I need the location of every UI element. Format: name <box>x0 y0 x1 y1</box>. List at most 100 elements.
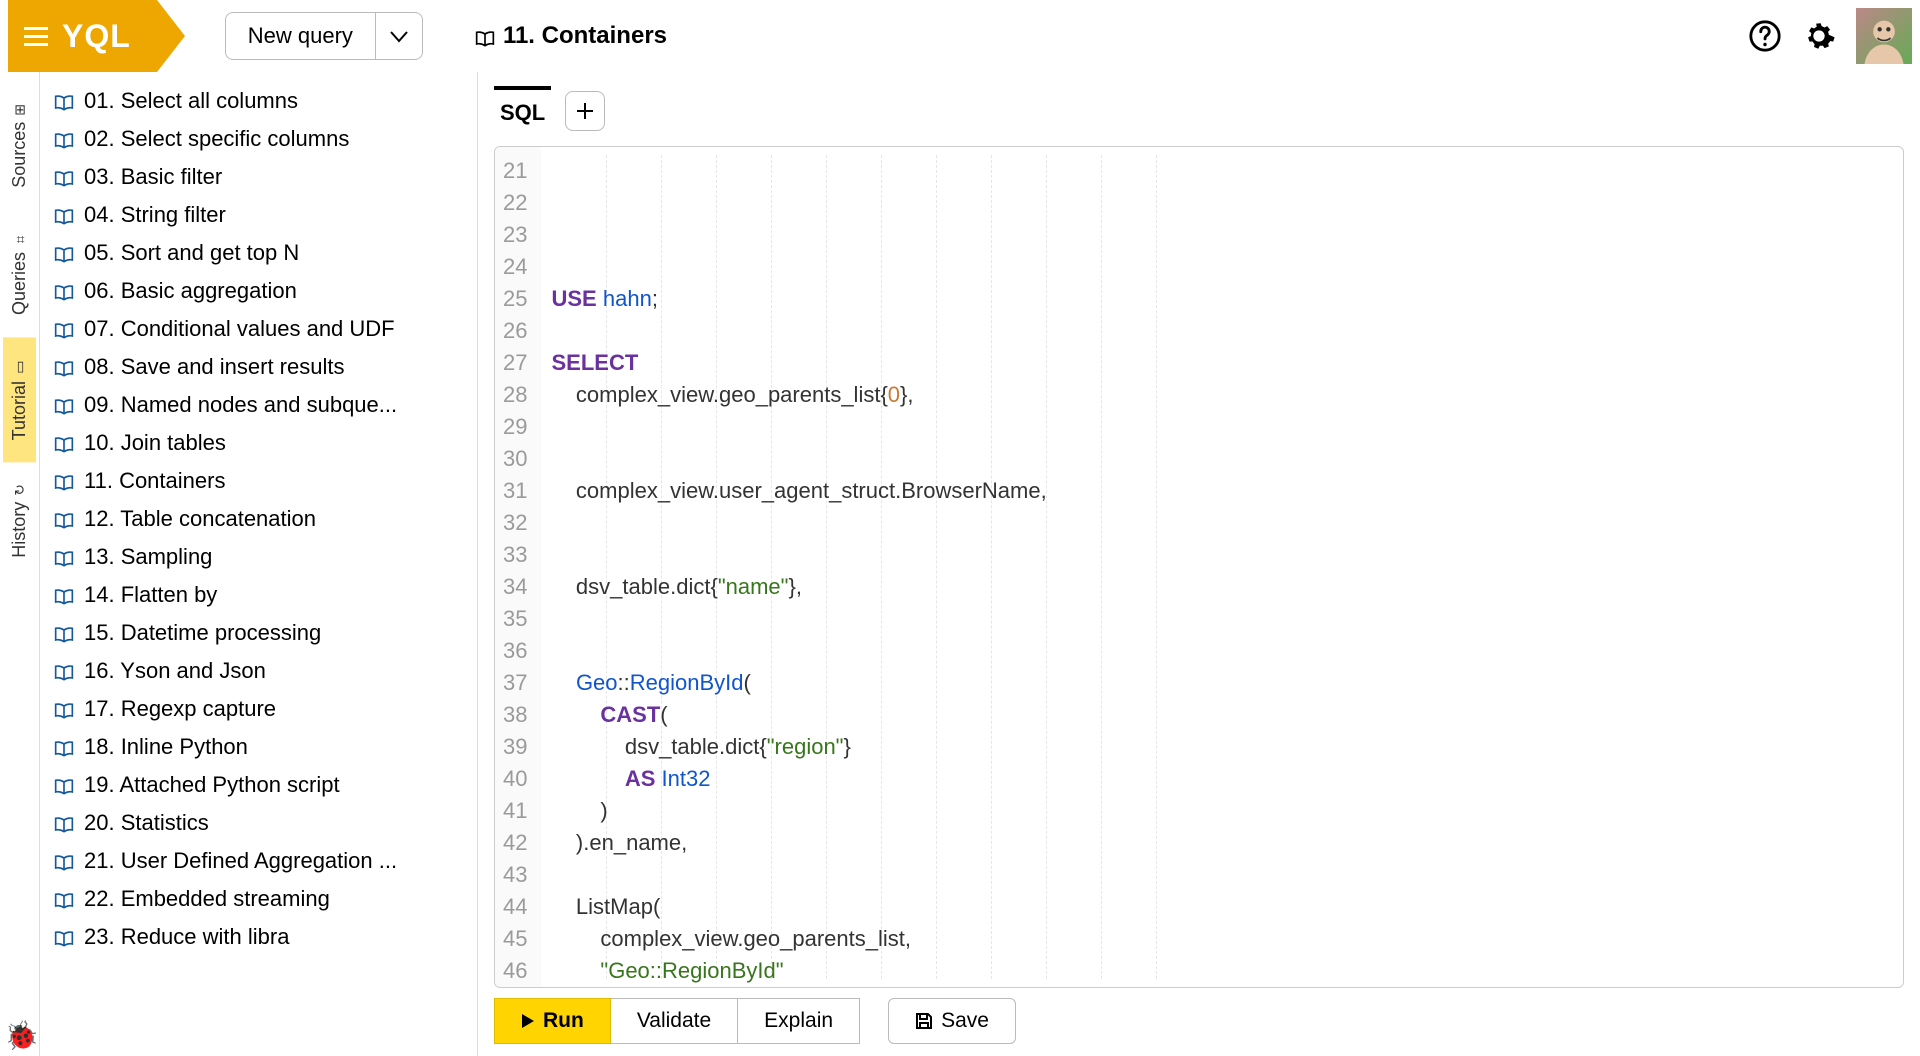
tutorial-item[interactable]: 05. Sort and get top N <box>40 234 477 272</box>
code-line[interactable]: -- from Struct <box>551 507 1191 539</box>
tutorial-item[interactable]: 09. Named nodes and subque... <box>40 386 477 424</box>
avatar[interactable] <box>1856 8 1912 64</box>
run-label: Run <box>543 1009 584 1033</box>
tutorial-item[interactable]: 22. Embedded streaming <box>40 880 477 918</box>
code-editor[interactable]: 2122232425262728293031323334353637383940… <box>494 146 1904 988</box>
book-icon <box>54 168 74 186</box>
tutorial-item[interactable]: 02. Select specific columns <box>40 120 477 158</box>
footer-toolbar: Run Validate Explain Save <box>478 998 1920 1056</box>
code-line[interactable]: SELECT <box>551 347 1191 379</box>
code-line[interactable]: ).en_name, <box>551 827 1191 859</box>
tutorial-item[interactable]: 18. Inline Python <box>40 728 477 766</box>
code-line[interactable]: "Geo::RegionById"-- https://nda.ya.ru/3R… <box>551 955 1191 987</box>
add-tab-button[interactable] <box>565 91 605 131</box>
code-line[interactable]: dsv_table.dict{"name"},-- get value by k… <box>551 571 1191 603</box>
tutorial-item-label: 19. Attached Python script <box>84 772 340 798</box>
code-line[interactable]: complex_view.geo_parents_list,-- to each… <box>551 923 1191 955</box>
rail-tab-label: Tutorial <box>9 381 30 440</box>
header: YQL New query 11. Containers <box>0 0 1920 72</box>
rail-tab-label: History <box>9 502 30 558</box>
rail-tab-history[interactable]: History ↻ <box>3 462 36 580</box>
rail-tab-label: Queries <box>9 252 30 315</box>
code-line[interactable]: CAST(-- returns Struct <box>551 699 1191 731</box>
tutorial-item[interactable]: 14. Flatten by <box>40 576 477 614</box>
tutorial-item[interactable]: 19. Attached Python script <box>40 766 477 804</box>
gear-icon[interactable] <box>1802 19 1836 53</box>
rail-tab-sources[interactable]: Sources⊞ <box>3 82 36 210</box>
code-line[interactable]: ListMap(-- applies Geo::RegionById <box>551 891 1191 923</box>
tutorial-item[interactable]: 15. Datetime processing <box>40 614 477 652</box>
rail-tab-tutorial[interactable]: Tutorial ▯ <box>3 337 36 462</box>
tutorial-item[interactable]: 06. Basic aggregation <box>40 272 477 310</box>
rail-tab-queries[interactable]: Queries⌗ <box>3 210 36 337</box>
tutorial-item[interactable]: 01. Select all columns <box>40 82 477 120</box>
book-icon <box>54 396 74 414</box>
tutorial-item[interactable]: 07. Conditional values and UDF <box>40 310 477 348</box>
code-area[interactable]: USE hahn; SELECT complex_view.geo_parents… <box>541 147 1191 987</box>
rail: Sources⊞Queries⌗ Tutorial ▯ History ↻ <box>0 72 40 1056</box>
sources-icon: ⊞ <box>12 104 28 116</box>
tutorial-item-label: 15. Datetime processing <box>84 620 321 646</box>
code-line[interactable]: AS Int32-- it's en_name member <box>551 763 1191 795</box>
code-line[interactable]: complex_view.user_agent_struct.BrowserNa… <box>551 475 1191 507</box>
book-icon <box>54 434 74 452</box>
code-line[interactable]: dsv_table.dict{"region"}-- then we acces… <box>551 731 1191 763</box>
tutorial-item[interactable]: 08. Save and insert results <box>40 348 477 386</box>
breadcrumb: 11. Containers <box>475 22 667 50</box>
tutorial-item-label: 17. Regexp capture <box>84 696 276 722</box>
play-icon <box>521 1013 535 1029</box>
save-label: Save <box>941 1009 989 1033</box>
help-icon[interactable] <box>1748 19 1782 53</box>
run-button[interactable]: Run <box>494 998 611 1044</box>
gutter: 2122232425262728293031323334353637383940… <box>495 147 541 987</box>
tutorial-item[interactable]: 12. Table concatenation <box>40 500 477 538</box>
tutorial-item-label: 12. Table concatenation <box>84 506 316 532</box>
book-icon <box>54 358 74 376</box>
book-icon <box>54 92 74 110</box>
code-line[interactable]: ) <box>551 795 1191 827</box>
code-line[interactable] <box>551 251 1191 283</box>
tutorial-list[interactable]: 01. Select all columns02. Select specifi… <box>40 72 478 1056</box>
new-query-button[interactable]: New query <box>225 12 375 60</box>
tutorial-item[interactable]: 23. Reduce with libra <box>40 918 477 956</box>
code-line[interactable] <box>551 635 1191 667</box>
plus-icon <box>576 102 594 120</box>
bug-icon[interactable]: 🐞 <box>4 1019 39 1052</box>
code-line[interactable]: Geo::RegionById(-- call to Geo::RegionBy… <box>551 667 1191 699</box>
history-icon: ↻ <box>12 484 28 496</box>
tutorial-item-label: 08. Save and insert results <box>84 354 344 380</box>
menu-icon[interactable] <box>24 27 48 46</box>
save-button[interactable]: Save <box>888 998 1016 1044</box>
code-line[interactable]: complex_view.geo_parents_list{0},-- get … <box>551 379 1191 411</box>
explain-button[interactable]: Explain <box>738 998 860 1044</box>
code-line[interactable]: USE hahn; <box>551 283 1191 315</box>
validate-button[interactable]: Validate <box>611 998 738 1044</box>
tutorial-item[interactable]: 17. Regexp capture <box>40 690 477 728</box>
tutorial-item[interactable]: 03. Basic filter <box>40 158 477 196</box>
tab-sql[interactable]: SQL <box>494 86 551 136</box>
book-icon <box>54 130 74 148</box>
book-icon <box>54 852 74 870</box>
code-line[interactable] <box>551 443 1191 475</box>
tutorial-item[interactable]: 21. User Defined Aggregation ... <box>40 842 477 880</box>
tutorial-icon: ▯ <box>12 359 28 375</box>
tutorial-item[interactable]: 11. Containers <box>40 462 477 500</box>
new-query-caret[interactable] <box>375 12 423 60</box>
code-line[interactable]: -- from Dict <box>551 603 1191 635</box>
tutorial-item-label: 07. Conditional values and UDF <box>84 316 395 342</box>
tutorial-item-label: 06. Basic aggregation <box>84 278 297 304</box>
tutorial-item-label: 03. Basic filter <box>84 164 222 190</box>
book-icon <box>54 890 74 908</box>
logo[interactable]: YQL <box>8 0 157 72</box>
tutorial-item-label: 21. User Defined Aggregation ... <box>84 848 397 874</box>
code-line[interactable] <box>551 315 1191 347</box>
tutorial-item[interactable]: 16. Yson and Json <box>40 652 477 690</box>
tutorial-item[interactable]: 10. Join tables <box>40 424 477 462</box>
tutorial-item[interactable]: 04. String filter <box>40 196 477 234</box>
tutorial-item[interactable]: 20. Statistics <box>40 804 477 842</box>
code-line[interactable]: -- from List <box>551 411 1191 443</box>
code-line[interactable] <box>551 539 1191 571</box>
code-line[interactable] <box>551 859 1191 891</box>
tutorial-item-label: 13. Sampling <box>84 544 212 570</box>
tutorial-item[interactable]: 13. Sampling <box>40 538 477 576</box>
